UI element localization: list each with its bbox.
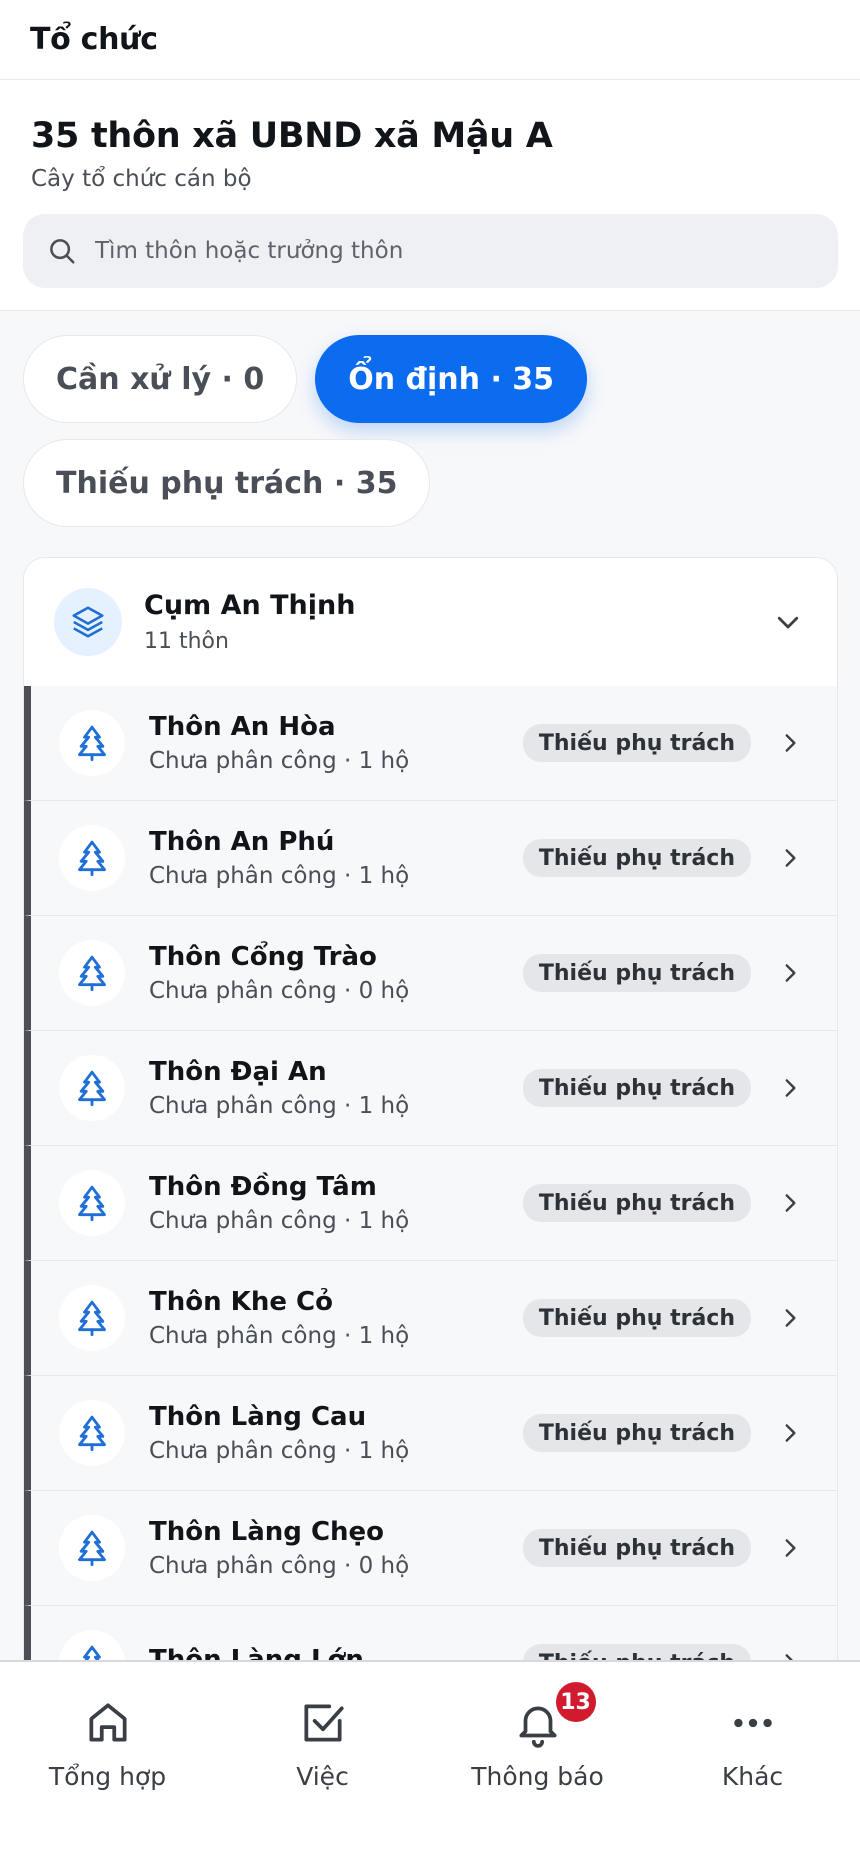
tree-icon: [59, 1515, 125, 1581]
village-row[interactable]: Thôn Làng Cau Chưa phân công · 1 hộ Thiếu …: [24, 1376, 837, 1491]
nav-thong-bao[interactable]: 13 Thông báo: [430, 1662, 645, 1864]
nav-label: Thông báo: [471, 1762, 604, 1791]
filter-chip-thieu-phu-trach[interactable]: Thiếu phụ trách · 35: [23, 439, 431, 527]
village-name: Thôn An Hòa: [149, 712, 336, 742]
cluster-name: Cụm An Thịnh: [144, 590, 356, 621]
home-icon: [88, 1703, 127, 1742]
cluster-count: 11 thôn: [144, 629, 229, 654]
village-name: Thôn Làng Lớn: [149, 1645, 364, 1661]
checkbox-icon: [303, 1704, 344, 1742]
village-row[interactable]: Thôn An Phú Chưa phân công · 1 hộ Thiếu ph…: [24, 801, 837, 916]
cluster-header[interactable]: Cụm An Thịnh 11 thôn: [24, 558, 837, 686]
status-badge: Thiếu phụ trách: [522, 724, 751, 762]
layers-icon: [54, 588, 122, 656]
village-status: Chưa phân công · 0 hộ: [149, 1553, 410, 1579]
filter-chip-on-dinh[interactable]: Ổn định · 35: [315, 335, 588, 423]
village-list: Thôn An Hòa Chưa phân công · 1 hộ Thiếu ph…: [24, 686, 837, 1661]
nav-tong-hop[interactable]: Tổng hợp: [0, 1662, 215, 1864]
nav-khac[interactable]: Khác: [645, 1662, 860, 1864]
more-icon: [733, 1718, 772, 1728]
village-status: Chưa phân công · 1 hộ: [149, 863, 410, 889]
top-bar: Tổ chức: [0, 0, 860, 80]
village-status: Chưa phân công · 1 hộ: [149, 1208, 410, 1234]
nav-label: Tổng hợp: [48, 1762, 167, 1791]
chevron-right-icon: [785, 1424, 796, 1442]
status-badge: Thiếu phụ trách: [522, 1069, 751, 1107]
tree-icon: [59, 825, 125, 891]
village-name: Thôn Đại An: [149, 1057, 327, 1087]
chevron-right-icon: [785, 1309, 796, 1327]
village-row[interactable]: Thôn Làng Lớn Thiếu phụ trách: [24, 1606, 837, 1661]
search-icon: [50, 239, 75, 264]
status-badge: Thiếu phụ trách: [522, 839, 751, 877]
status-badge: Thiếu phụ trách: [522, 1414, 751, 1452]
search-box[interactable]: [23, 214, 838, 288]
village-row[interactable]: Thôn Cổng Trào Chưa phân công · 0 hộ Thiếu…: [24, 916, 837, 1031]
village-name: Thôn Cổng Trào: [149, 942, 377, 972]
chevron-right-icon: [785, 1539, 796, 1557]
cluster-card: Cụm An Thịnh 11 thôn Thôn An Hòa Chưa phâ…: [23, 557, 838, 1661]
village-name: Thôn Làng Cau: [149, 1402, 367, 1432]
village-status: Chưa phân công · 1 hộ: [149, 1093, 410, 1119]
search-input[interactable]: [95, 238, 795, 264]
chevron-down-icon[interactable]: [773, 607, 803, 637]
chevron-right-icon: [785, 1079, 796, 1097]
chevron-right-icon: [785, 734, 796, 752]
notification-count-badge: 13: [555, 1682, 596, 1722]
status-badge: Thiếu phụ trách: [522, 954, 751, 992]
page-title: 35 thôn xã UBND xã Mậu A: [31, 116, 553, 156]
bottom-nav: Tổng hợp Việc 13 Thông báo Khác: [0, 1660, 860, 1864]
tree-icon: [59, 710, 125, 776]
page-subtitle: Cây tổ chức cán bộ: [31, 166, 252, 192]
status-badge: Thiếu phụ trách: [522, 1184, 751, 1222]
nav-viec[interactable]: Việc: [215, 1662, 430, 1864]
tree-icon: [59, 1170, 125, 1236]
filter-chips: Cần xử lý · 0 Ổn định · 35 Thiếu phụ trá…: [23, 335, 843, 527]
village-status: Chưa phân công · 1 hộ: [149, 1438, 410, 1464]
village-row[interactable]: Thôn Đại An Chưa phân công · 1 hộ Thiếu ph…: [24, 1031, 837, 1146]
tree-icon: [59, 1055, 125, 1121]
village-row[interactable]: Thôn Khe Cỏ Chưa phân công · 1 hộ Thiếu ph…: [24, 1261, 837, 1376]
status-badge: Thiếu phụ trách: [522, 1299, 751, 1337]
village-name: Thôn Đồng Tâm: [149, 1172, 377, 1202]
nav-label: Khác: [721, 1762, 784, 1791]
chevron-right-icon: [785, 849, 796, 867]
village-row[interactable]: Thôn Làng Chẹo Chưa phân công · 0 hộ Thiếu…: [24, 1491, 837, 1606]
village-row[interactable]: Thôn Đồng Tâm Chưa phân công · 1 hộ Thiếu …: [24, 1146, 837, 1261]
nav-label: Việc: [296, 1762, 349, 1791]
tree-icon: [59, 1630, 125, 1661]
status-badge: Thiếu phụ trách: [522, 1529, 751, 1567]
village-name: Thôn Khe Cỏ: [149, 1287, 333, 1317]
tree-icon: [59, 940, 125, 1006]
village-name: Thôn Làng Chẹo: [149, 1517, 385, 1547]
page-header: 35 thôn xã UBND xã Mậu A Cây tổ chức cán…: [0, 80, 860, 288]
app-title: Tổ chức: [30, 22, 158, 57]
village-row[interactable]: Thôn An Hòa Chưa phân công · 1 hộ Thiếu ph…: [24, 686, 837, 801]
main-content: Cần xử lý · 0 Ổn định · 35 Thiếu phụ trá…: [0, 311, 860, 1661]
bell-icon: [518, 1706, 557, 1748]
village-name: Thôn An Phú: [149, 827, 335, 857]
filter-chip-can-xu-ly[interactable]: Cần xử lý · 0: [23, 335, 298, 423]
status-badge: Thiếu phụ trách: [522, 1644, 751, 1661]
tree-icon: [59, 1400, 125, 1466]
village-status: Chưa phân công · 1 hộ: [149, 748, 410, 774]
chevron-right-icon: [785, 964, 796, 982]
village-status: Chưa phân công · 0 hộ: [149, 978, 410, 1004]
chevron-right-icon: [785, 1194, 796, 1212]
tree-icon: [59, 1285, 125, 1351]
village-status: Chưa phân công · 1 hộ: [149, 1323, 410, 1349]
